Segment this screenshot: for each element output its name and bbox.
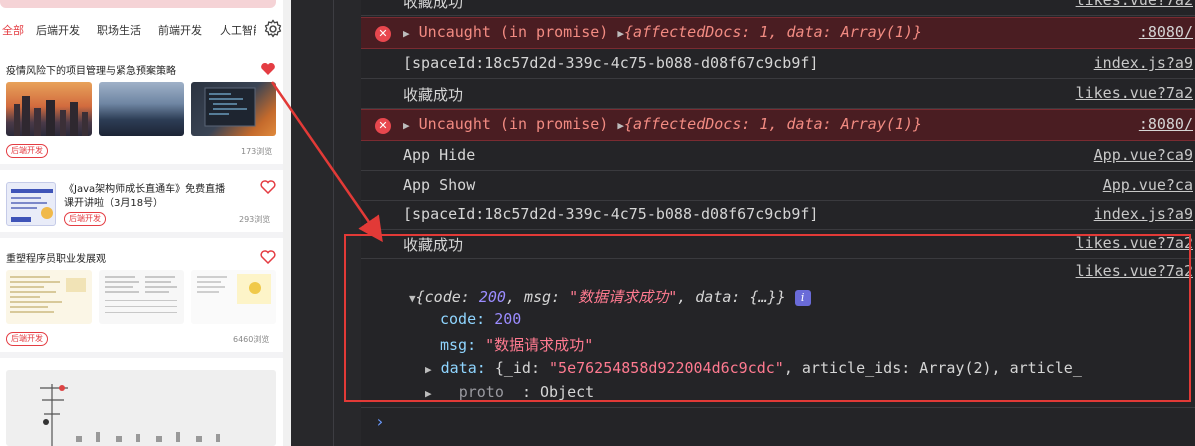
console-log-row[interactable]: [spaceId:18c57d2d-339c-4c75-b088-d08f67c… (361, 49, 1195, 79)
log-message: 收藏成功 (403, 0, 464, 11)
view-count: 293浏览 (239, 215, 271, 224)
tab-frontend[interactable]: 前端开发 (158, 22, 202, 38)
log-source-link[interactable]: index.js?a9 (1094, 205, 1193, 223)
console-log-row[interactable]: 收藏成功 likes.vue?7a2 (361, 79, 1195, 109)
error-message[interactable]: ▶ Uncaught (in promise) ▶{affectedDocs: … (403, 115, 922, 133)
article-thumbnail (6, 370, 276, 446)
article-title-line2: 课开讲啦（3月18号） (64, 198, 164, 209)
error-message[interactable]: ▶ Uncaught (in promise) ▶{affectedDocs: … (403, 23, 922, 41)
console-log-row[interactable]: App Show App.vue?ca (361, 171, 1195, 201)
log-message: 收藏成功 (403, 86, 464, 104)
category-tag: 后端开发 (6, 144, 48, 158)
log-source-link[interactable]: :8080/ (1139, 23, 1193, 41)
article-title: 重塑程序员职业发展观 (6, 254, 106, 265)
log-source-link[interactable]: App.vue?ca (1103, 176, 1193, 194)
heart-outline-icon[interactable] (260, 180, 276, 194)
log-source-link[interactable]: App.vue?ca9 (1094, 146, 1193, 164)
error-icon: ✕ (375, 118, 391, 134)
highlight-annotation-box (344, 234, 1191, 402)
article-thumbnail (191, 82, 276, 136)
tab-backend[interactable]: 后端开发 (36, 22, 80, 38)
article-thumbnail (99, 270, 184, 324)
expand-triangle-icon[interactable]: ▶ (403, 27, 410, 40)
log-source-link[interactable]: :8080/ (1139, 115, 1193, 133)
tab-all[interactable]: 全部 (2, 22, 24, 38)
error-icon: ✕ (375, 26, 391, 42)
phone-scrollbar-gutter (283, 0, 291, 446)
log-message: App Hide (403, 146, 476, 164)
console-log-row[interactable]: App Hide App.vue?ca9 (361, 141, 1195, 171)
category-tabs: 全部 后端开发 职场生活 前端开发 人工智能 (0, 14, 291, 44)
article-title: 疫情风险下的项目管理与紧急预案策略 (6, 66, 176, 77)
log-message: App Show (403, 176, 476, 194)
log-source-link[interactable]: index.js?a9 (1094, 54, 1193, 72)
log-message: [spaceId:18c57d2d-339c-4c75-b088-d08f67c… (403, 205, 819, 223)
expand-triangle-icon[interactable]: ▶ (617, 27, 624, 40)
console-error-row[interactable]: ✕ ▶ Uncaught (in promise) ▶{affectedDocs… (361, 17, 1195, 49)
article-thumbnail (99, 82, 184, 136)
view-count: 173浏览 (241, 147, 273, 156)
search-bar-edge (0, 0, 276, 8)
article-thumbnail (191, 270, 276, 324)
mobile-app-preview: 全部 后端开发 职场生活 前端开发 人工智能 疫情风险下的项目管理与紧急预案策略… (0, 0, 291, 446)
category-tag: 后端开发 (6, 332, 48, 346)
article-title: 《Java架构师成长直通车》免费直播 (64, 184, 226, 195)
article-card[interactable] (0, 364, 283, 446)
article-card[interactable]: 重塑程序员职业发展观 后端开发 6460浏览 (0, 244, 283, 358)
tab-ai[interactable]: 人工智能 (220, 22, 256, 38)
divider (333, 0, 334, 446)
tab-workplace[interactable]: 职场生活 (97, 22, 141, 38)
console-log-row[interactable]: 收藏成功 likes.vue?7a2 (361, 0, 1195, 16)
article-card[interactable]: 疫情风险下的项目管理与紧急预案策略 后端开发 173浏览 (0, 52, 283, 170)
article-thumbnail (6, 182, 56, 226)
expand-triangle-icon[interactable]: ▶ (403, 119, 410, 132)
log-source-link[interactable]: likes.vue?7a2 (1076, 0, 1193, 9)
category-tag: 后端开发 (64, 212, 106, 226)
console-log-row[interactable]: [spaceId:18c57d2d-339c-4c75-b088-d08f67c… (361, 200, 1195, 230)
expand-triangle-icon[interactable]: ▶ (617, 119, 624, 132)
log-source-link[interactable]: likes.vue?7a2 (1076, 84, 1193, 102)
log-message: [spaceId:18c57d2d-339c-4c75-b088-d08f67c… (403, 54, 819, 72)
view-count: 6460浏览 (233, 335, 270, 344)
article-thumbnail (6, 82, 92, 136)
heart-filled-icon[interactable] (260, 62, 276, 76)
gear-icon[interactable] (262, 18, 284, 40)
console-error-row[interactable]: ✕ ▶ Uncaught (in promise) ▶{affectedDocs… (361, 109, 1195, 141)
article-thumbnail (6, 270, 92, 324)
console-prompt[interactable]: › (375, 412, 385, 431)
heart-outline-icon[interactable] (260, 250, 276, 264)
article-card[interactable]: 《Java架构师成长直通车》免费直播 课开讲啦（3月18号） 后端开发 293浏… (0, 176, 283, 238)
